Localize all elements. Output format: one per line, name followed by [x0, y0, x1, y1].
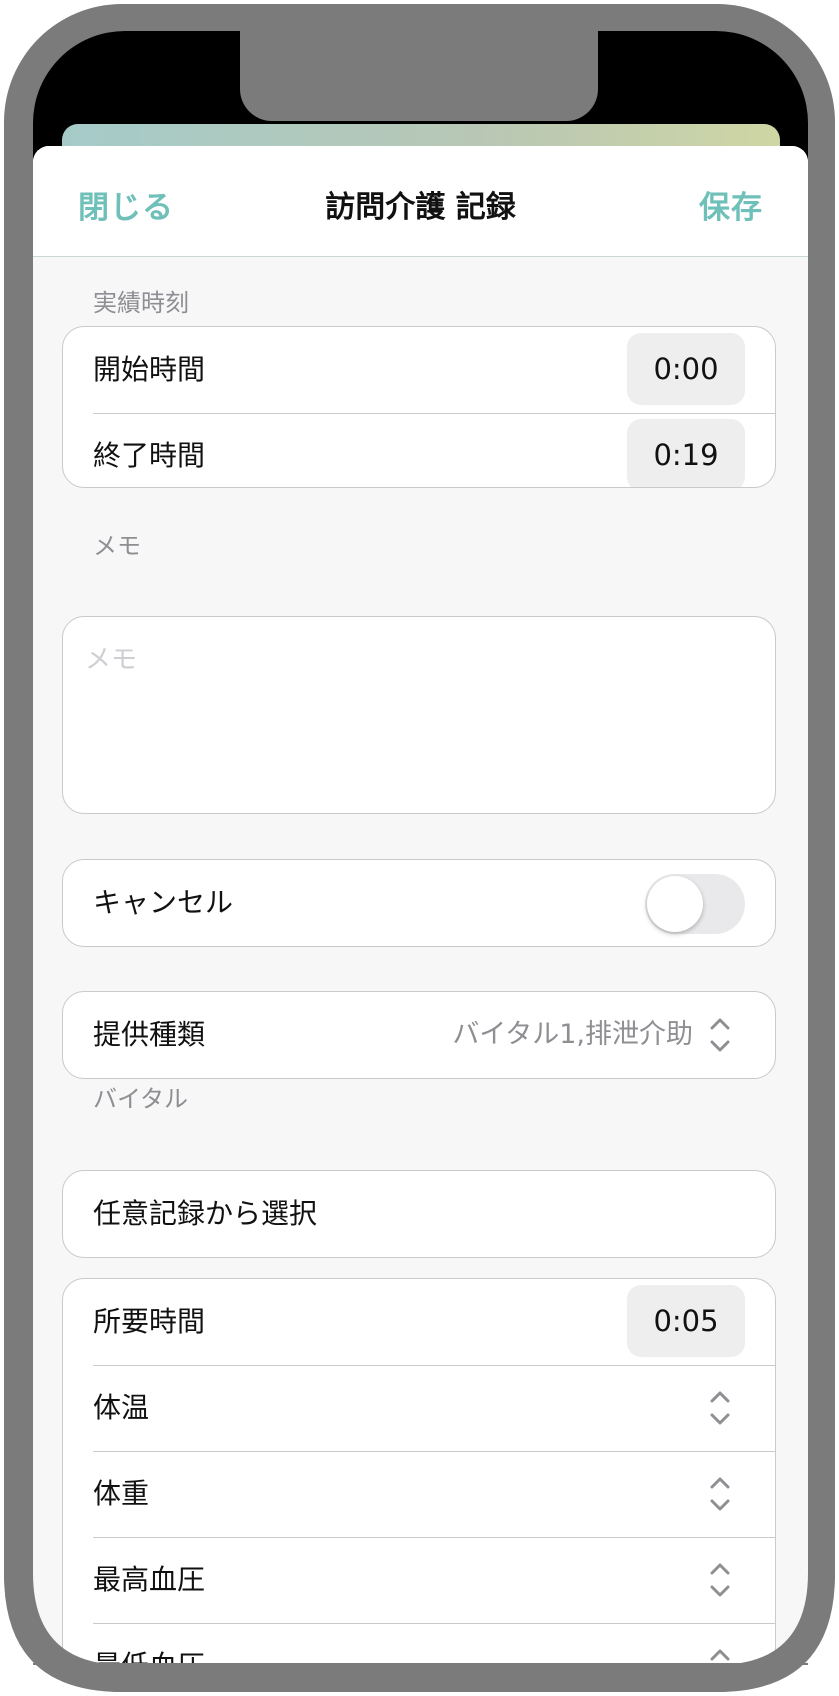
camera-notch — [240, 31, 598, 121]
phone-frame-edge — [4, 1500, 835, 1692]
